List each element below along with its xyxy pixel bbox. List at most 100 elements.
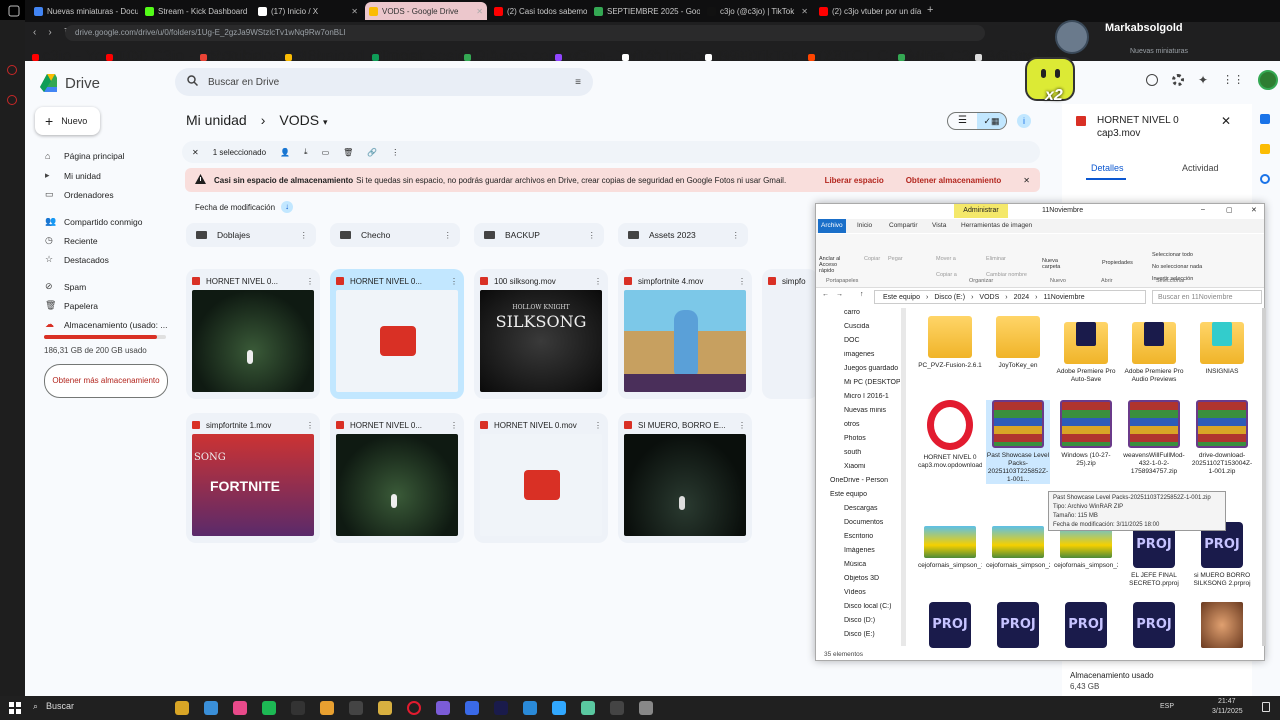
ribbon-tab[interactable]: Compartir	[886, 219, 921, 233]
explorer-file-item[interactable]	[1190, 602, 1254, 648]
browser-tab[interactable]: Stream - Kick Dashboard✕	[141, 2, 251, 20]
file-thumbnail[interactable]	[192, 290, 314, 392]
ribbon-tab[interactable]: Archivo	[818, 219, 846, 233]
explorer-nav-item[interactable]: otros	[844, 421, 900, 428]
file-explorer-icon[interactable]	[378, 701, 392, 715]
file-thumbnail[interactable]	[336, 434, 458, 536]
file-thumbnail[interactable]	[624, 434, 746, 536]
folder-card[interactable]: Doblajes ⋮	[186, 223, 316, 247]
more-options-icon[interactable]: ⋮	[306, 421, 314, 430]
sidebar-item[interactable]: ☆ Destacados	[45, 254, 109, 265]
browser-tab[interactable]: (2) Casi todos sabemos c✕	[490, 2, 587, 20]
explorer-file-item[interactable]: Past Showcase Level Packs-20251103T22585…	[986, 400, 1050, 484]
explorer-nav-item[interactable]: Juegos guardado	[844, 365, 900, 372]
sidebar-item[interactable]: ▸ Mi unidad	[45, 170, 101, 181]
explorer-nav-item[interactable]: Objetos 3D	[844, 575, 900, 582]
details-tab[interactable]: Detalles	[1091, 163, 1124, 173]
folder-card[interactable]: Assets 2023 ⋮	[618, 223, 748, 247]
settings-icon[interactable]	[1172, 74, 1184, 86]
file-thumbnail[interactable]: HOLLOW KNIGHT SILKSONG	[480, 290, 602, 392]
explorer-back-icon[interactable]: ←	[822, 291, 829, 298]
explorer-nav-item[interactable]: Micro I 2016-1	[844, 393, 900, 400]
explorer-nav-item[interactable]: Disco (E:)	[844, 631, 900, 638]
more-actions-icon[interactable]: ⋮	[391, 148, 399, 157]
help-icon[interactable]	[1146, 74, 1158, 86]
file-thumbnail[interactable]	[336, 290, 458, 392]
browser-tab[interactable]: VODS - Google Drive ✕	[365, 2, 487, 20]
new-button[interactable]: + Nuevo	[35, 107, 100, 135]
sidebar-item[interactable]: ⌂ Página principal	[45, 151, 124, 161]
ribbon-button[interactable]: Anclar al Acceso rápido	[819, 256, 849, 274]
explorer-up-icon[interactable]: ↑	[860, 291, 864, 298]
notepad-icon[interactable]	[610, 701, 624, 715]
pinned-app-icon[interactable]	[320, 701, 334, 715]
drive-logo[interactable]: Drive	[40, 70, 100, 96]
sidebar-item[interactable]: ⊘ Spam	[45, 281, 86, 292]
explorer-file-item[interactable]: Adobe Premiere Pro Auto-Save	[1054, 312, 1118, 384]
free-space-link[interactable]: Liberar espacio	[825, 176, 884, 185]
path-segment[interactable]: 11Noviembre	[1044, 294, 1085, 301]
forward-icon[interactable]: ›	[48, 27, 51, 38]
sidebar-item[interactable]: ◷ Reciente	[45, 235, 98, 246]
path-segment[interactable]: Este equipo	[883, 294, 920, 301]
file-card[interactable]: HORNET NIVEL 0... ⋮	[330, 269, 464, 399]
info-icon[interactable]: i	[1017, 114, 1031, 128]
sidebar-item[interactable]: ☁ Almacenamiento (usado: ...	[45, 319, 167, 330]
explorer-nav-item[interactable]: DOC	[844, 337, 900, 344]
file-card[interactable]: simpfortnite 4.mov ⋮	[618, 269, 752, 399]
content-scrollbar[interactable]	[1262, 308, 1266, 646]
tab-close-icon[interactable]: ✕	[351, 7, 358, 16]
explorer-nav-item[interactable]: Disco local (C:)	[844, 603, 900, 610]
pinned-app-icon[interactable]	[581, 701, 595, 715]
more-options-icon[interactable]: ⋮	[300, 230, 309, 241]
activity-tab[interactable]: Actividad	[1182, 163, 1219, 173]
explorer-file-item[interactable]: PROJ si MUERO BORRO SILKSONG 2.prproj	[1190, 522, 1254, 588]
photoshop-icon[interactable]	[552, 701, 566, 715]
new-tab-button[interactable]: +	[927, 4, 933, 16]
ribbon-button[interactable]: Mover a	[936, 256, 968, 262]
explorer-file-item[interactable]: cejofornais_simpson_1.png	[918, 522, 982, 570]
pinned-app-icon[interactable]	[204, 701, 218, 715]
ribbon-button[interactable]: No seleccionar nada	[1152, 264, 1232, 270]
windows-start-icon[interactable]	[9, 702, 21, 714]
explorer-file-item[interactable]: PROJ	[918, 602, 982, 652]
explorer-forward-icon[interactable]: →	[836, 291, 843, 298]
drive-search-input[interactable]: Buscar en Drive ≡	[175, 68, 593, 96]
opera-icon[interactable]	[407, 701, 421, 715]
file-card[interactable]: HORNET NIVEL 0... ⋮	[186, 269, 320, 399]
browser-tab[interactable]: Nuevas miniaturas - Docu✕	[30, 2, 138, 20]
back-icon[interactable]: ‹	[33, 27, 36, 38]
explorer-nav-item[interactable]: Xiaomi	[844, 463, 900, 470]
ribbon-button[interactable]: Eliminar	[986, 256, 1020, 262]
sort-label[interactable]: Fecha de modificación	[195, 203, 275, 212]
ribbon-button[interactable]: Pegar	[888, 256, 904, 262]
explorer-file-item[interactable]: JoyToKey_en	[986, 312, 1050, 370]
ribbon-tab[interactable]: Herramientas de imagen	[958, 219, 1035, 233]
explorer-nav-item[interactable]: carro	[844, 309, 900, 316]
search-filters-icon[interactable]: ≡	[575, 77, 581, 88]
file-thumbnail[interactable]: FORTNITE SONG	[192, 434, 314, 536]
file-card[interactable]: simpfo	[762, 269, 818, 399]
download-icon[interactable]: ⤓	[304, 147, 308, 157]
breadcrumb-root[interactable]: Mi unidad	[186, 112, 247, 128]
browser-tab[interactable]: SEPTIEMBRE 2025 - Goo✕	[590, 2, 700, 20]
sidebar-item[interactable]: ▭ Ordenadores	[45, 189, 114, 200]
explorer-file-item[interactable]: weavensWillFullMod-432-1-0-2-1758934757.…	[1122, 400, 1186, 476]
file-card[interactable]: 100 silksong.mov ⋮ HOLLOW KNIGHT SILKSONG	[474, 269, 608, 399]
sidebar-item[interactable]: 🗑 Papelera	[45, 300, 98, 311]
ribbon-button[interactable]: Copiar	[864, 256, 884, 262]
close-banner-icon[interactable]: ✕	[1023, 176, 1030, 185]
whatsapp-icon[interactable]	[7, 95, 17, 105]
epic-games-icon[interactable]	[291, 701, 305, 715]
explorer-nav-item[interactable]: OneDrive - Person	[830, 477, 900, 484]
explorer-nav-item[interactable]: Imágenes	[844, 547, 900, 554]
pinned-app-icon[interactable]	[175, 701, 189, 715]
ribbon-tab[interactable]: Vista	[929, 219, 949, 233]
notification-icon[interactable]	[1262, 702, 1270, 712]
taskbar-search[interactable]: ⌕ Buscar	[33, 701, 74, 712]
explorer-nav-item[interactable]: Disco (D:)	[844, 617, 900, 624]
sidebar-item[interactable]: 👥 Compartido conmigo	[45, 216, 142, 227]
explorer-file-item[interactable]: drive-download-20251102T153004Z-1-001.zi…	[1190, 400, 1254, 476]
explorer-nav-item[interactable]: Photos	[844, 435, 900, 442]
ribbon-button[interactable]: Propiedades	[1102, 260, 1136, 266]
